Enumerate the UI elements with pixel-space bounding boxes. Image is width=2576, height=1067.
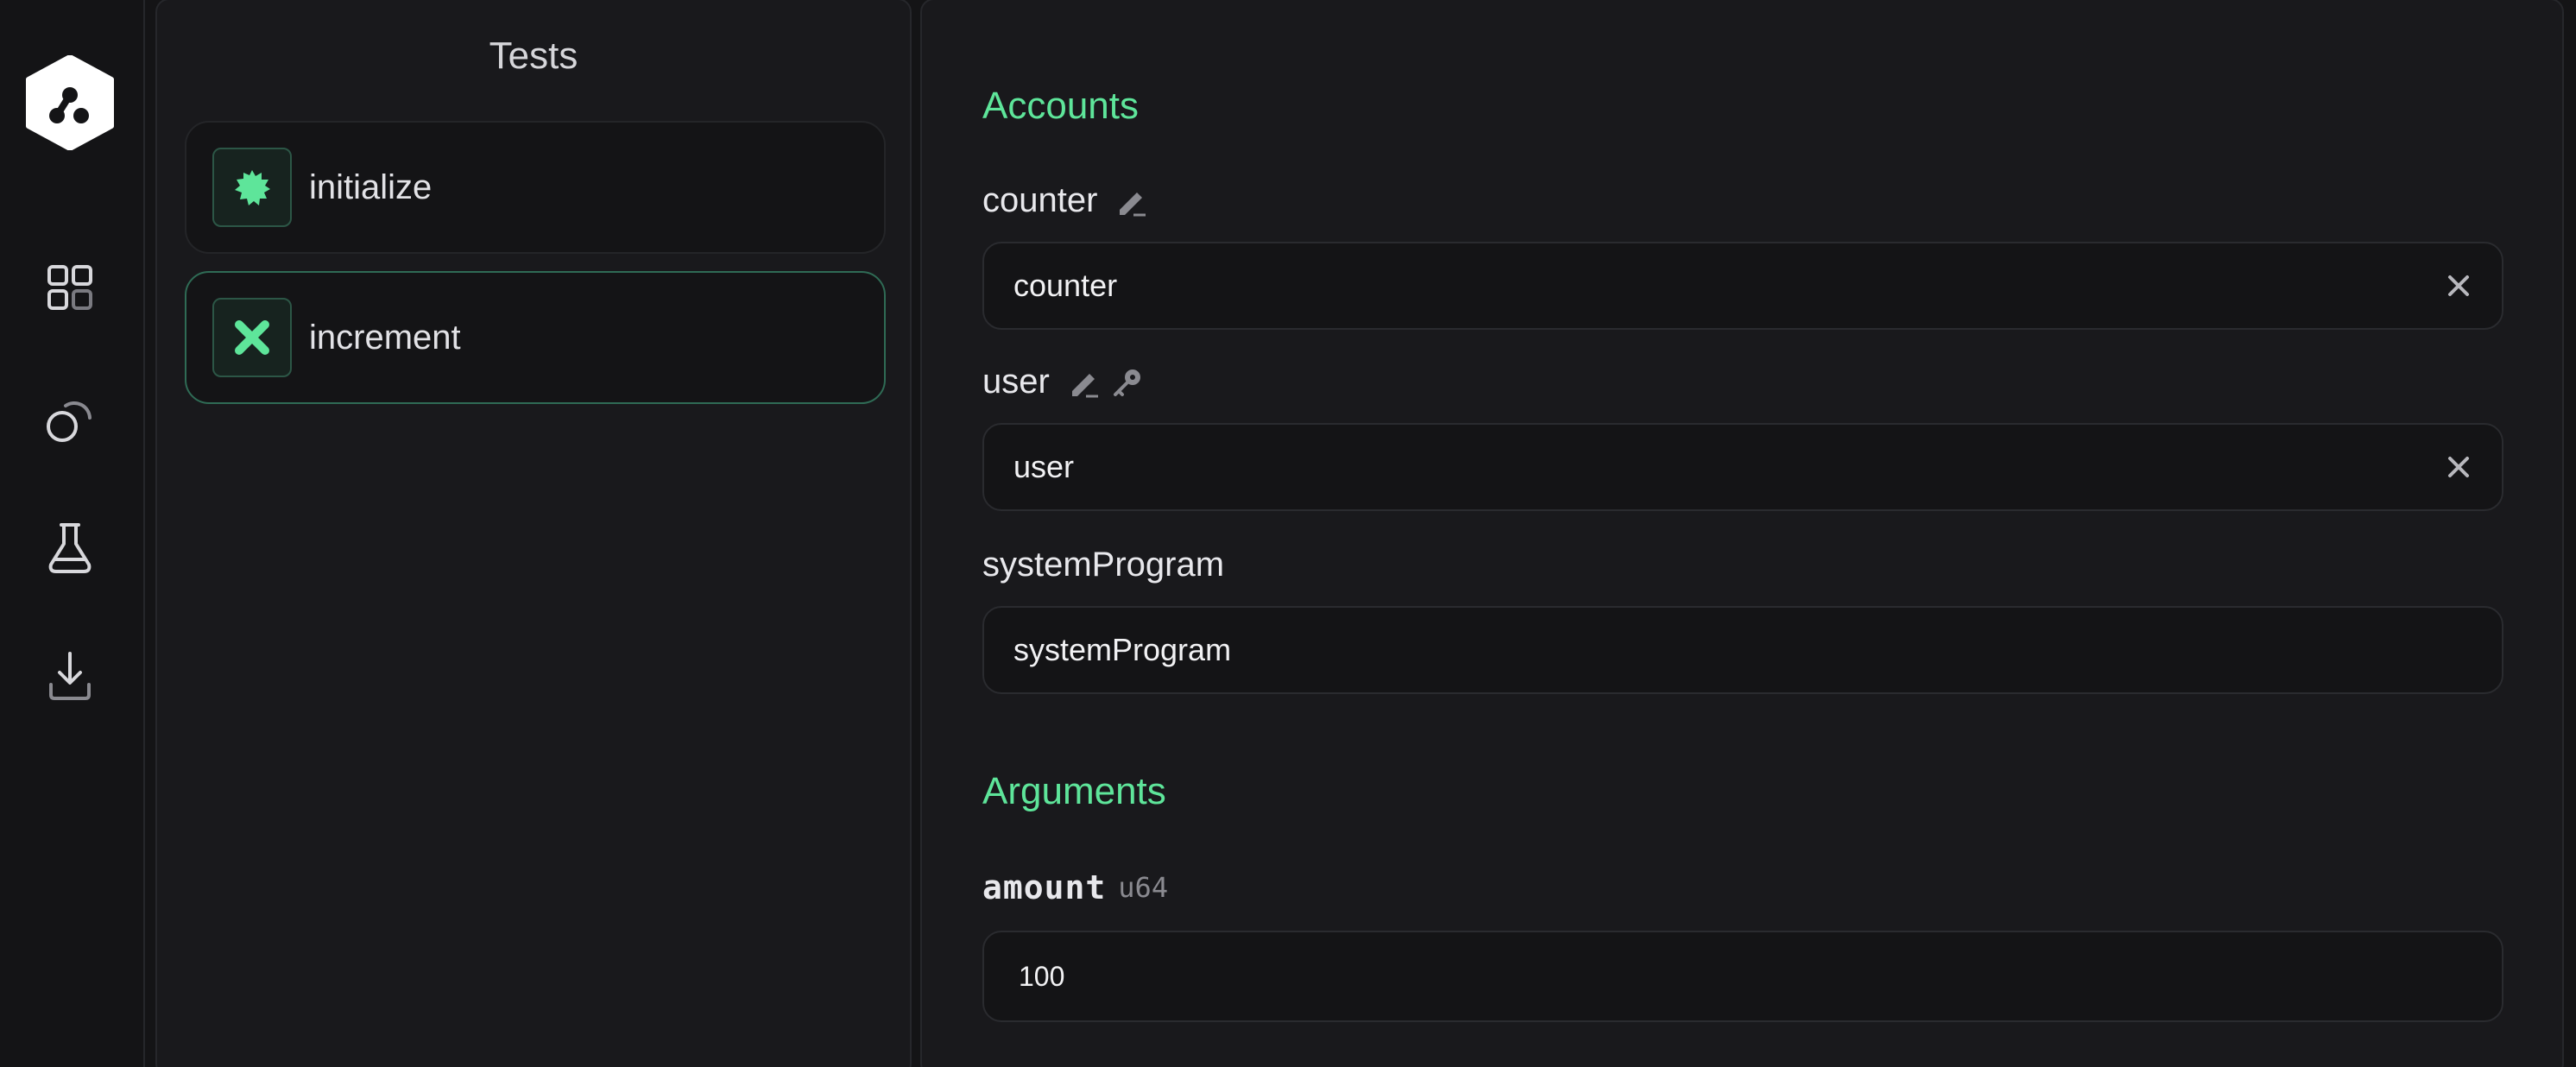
argument-input-amount[interactable]: 100: [982, 931, 2503, 1022]
test-item-initialize[interactable]: initialize: [185, 121, 886, 254]
account-label-system-program: systemProgram: [982, 546, 1224, 584]
account-label-user: user: [982, 363, 1145, 401]
argument-name: amount: [982, 868, 1107, 906]
account-name: user: [982, 363, 1050, 401]
flask-icon[interactable]: [38, 516, 102, 580]
pencil-icon: [1067, 365, 1102, 400]
tests-panel: Tests initialize increment: [155, 0, 912, 1067]
account-name: counter: [982, 181, 1098, 219]
key-icon: [1110, 365, 1145, 400]
account-input-user[interactable]: user: [982, 423, 2503, 511]
test-label: increment: [309, 318, 461, 357]
arguments-heading: Arguments: [982, 770, 1166, 812]
tests-title: Tests: [489, 35, 578, 77]
argument-type: u64: [1118, 871, 1169, 904]
gear-badge-icon: [212, 148, 292, 227]
accounts-heading: Accounts: [982, 85, 1139, 127]
test-label: initialize: [309, 167, 432, 206]
account-label-counter: counter: [982, 181, 1149, 220]
clear-icon[interactable]: [2445, 453, 2472, 481]
logo-icon[interactable]: [24, 54, 116, 151]
x-cross-icon: [212, 298, 292, 377]
instruction-details-panel: Accounts counter counter user user syste…: [920, 0, 2564, 1067]
nav-rail: [0, 0, 145, 1067]
input-value: 100: [1019, 960, 1065, 992]
shapes-icon[interactable]: [38, 387, 102, 451]
account-input-counter[interactable]: counter: [982, 242, 2503, 330]
input-value: counter: [1013, 268, 1118, 303]
dashboard-grid-icon[interactable]: [38, 256, 102, 319]
argument-label-amount: amount u64: [982, 868, 1168, 906]
clear-icon[interactable]: [2445, 272, 2472, 300]
account-name: systemProgram: [982, 546, 1225, 584]
download-icon[interactable]: [38, 644, 102, 708]
pencil-icon: [1114, 184, 1149, 218]
input-value: user: [1013, 449, 1075, 484]
test-item-increment[interactable]: increment: [185, 271, 886, 404]
input-value: systemProgram: [1013, 632, 1232, 667]
account-input-system-program[interactable]: systemProgram: [982, 606, 2503, 694]
app-root: Tests initialize increment Accounts coun…: [0, 0, 2576, 1067]
